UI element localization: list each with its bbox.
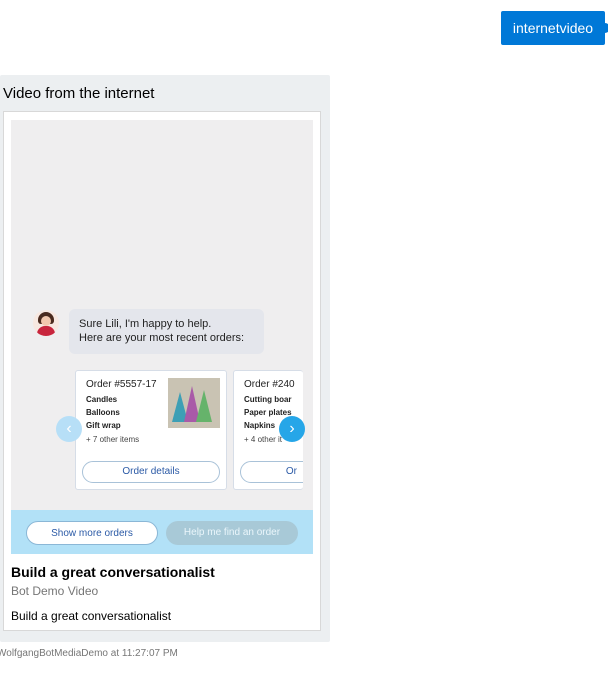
order-more-items: + 4 other it	[244, 435, 283, 444]
order-item: Paper plates	[244, 408, 292, 417]
help-find-order-button: Help me find an order	[166, 521, 298, 545]
avatar	[33, 310, 59, 336]
order-item: Cutting boar	[244, 395, 292, 404]
user-message-text: internetvideo	[512, 20, 594, 36]
order-item: Candles	[86, 395, 118, 404]
preview-bot-line-2: Here are your most recent orders:	[79, 332, 245, 344]
preview-bot-message: Sure Lili, I'm happy to help. Here are y…	[69, 309, 264, 354]
order-title: Order #5557-17	[86, 379, 157, 390]
card-subtitle: Bot Demo Video	[11, 584, 99, 598]
card-text: Build a great conversationalist	[11, 609, 172, 623]
preview-bot-line-1: Sure Lili, I'm happy to help.	[79, 318, 212, 330]
video-player[interactable]: Sure Lili, I'm happy to help. Here are y…	[11, 120, 313, 554]
party-hats-image	[168, 378, 220, 428]
card-title: Build a great conversationalist	[11, 564, 215, 580]
order-title: Order #240	[244, 379, 295, 390]
order-card: Order #5557-17 Candles Balloons Gift wra…	[75, 370, 227, 490]
order-more-items: + 7 other items	[86, 435, 140, 444]
chevron-right-icon: ›	[279, 416, 305, 442]
order-item: Balloons	[86, 408, 120, 417]
bot-message-text: Video from the internet	[3, 85, 155, 102]
user-message-bubble: internetvideo	[501, 11, 608, 45]
message-timestamp: WolfgangBotMediaDemo at 11:27:07 PM	[0, 648, 178, 659]
order-details-button: Or	[240, 461, 303, 483]
show-more-orders-button: Show more orders	[26, 521, 158, 545]
order-details-button: Order details	[82, 461, 220, 483]
order-item: Gift wrap	[86, 421, 121, 430]
suggested-actions-bar: Show more orders Help me find an order	[11, 510, 313, 554]
chevron-left-icon: ‹	[56, 416, 82, 442]
order-item: Napkins	[244, 421, 276, 430]
